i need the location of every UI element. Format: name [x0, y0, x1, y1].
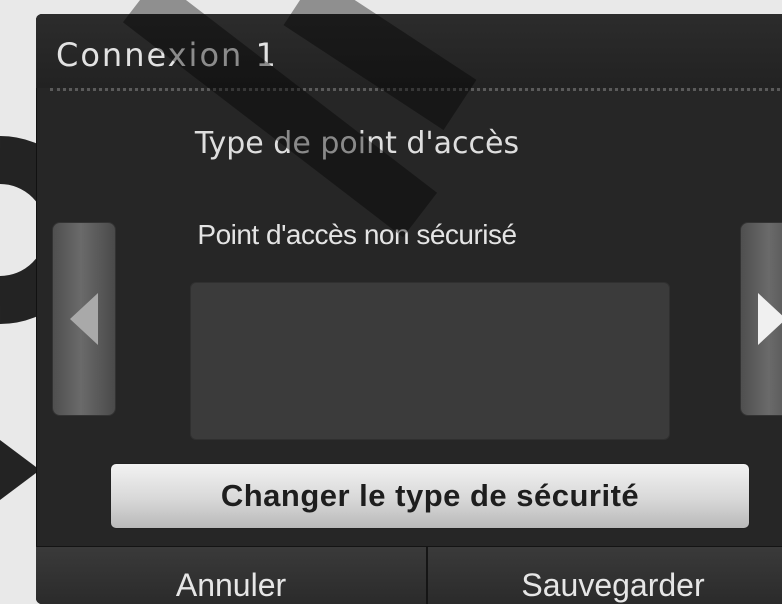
option-preview-panel — [190, 282, 670, 440]
bottom-action-bar: Annuler Sauvegarder — [36, 546, 782, 604]
previous-option-button[interactable] — [52, 222, 116, 416]
change-security-type-button[interactable]: Changer le type de sécurité — [110, 463, 750, 529]
selected-access-point-type: Point d'accès non sécurisé — [197, 219, 517, 250]
setting-label: Type de point d'accès — [194, 126, 520, 161]
header-bar: Connexion 1 — [36, 14, 782, 88]
triangle-left-icon — [70, 293, 98, 345]
triangle-right-icon — [758, 293, 782, 345]
dialog-title: Connexion 1 — [56, 36, 278, 74]
header-divider — [50, 88, 782, 91]
cancel-button[interactable]: Annuler — [36, 547, 428, 604]
dialog-screen: Connexion 1 Type de point d'accès Point … — [36, 14, 782, 604]
save-button[interactable]: Sauvegarder — [430, 547, 782, 604]
next-option-button[interactable] — [740, 222, 782, 416]
